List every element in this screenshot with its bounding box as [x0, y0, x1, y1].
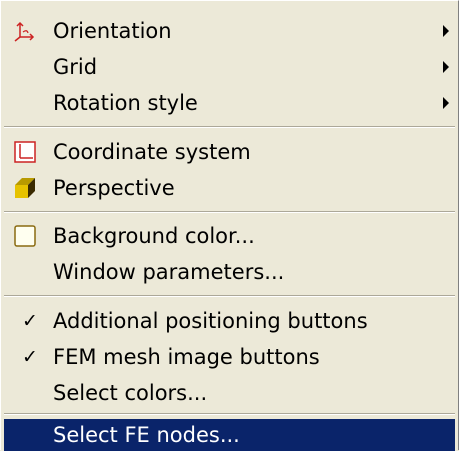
menu-item-perspective[interactable]: Perspective [4, 170, 455, 206]
checkmark-icon: ✓ [22, 346, 38, 368]
menu-item-select-colors[interactable]: Select colors... [4, 375, 455, 411]
submenu-arrow-icon [443, 61, 449, 73]
menu-item-window-parameters[interactable]: Window parameters... [4, 254, 455, 290]
menu-item-additional-positioning-buttons[interactable]: ✓ Additional positioning buttons [4, 303, 455, 339]
menu-separator [4, 126, 455, 128]
menu-item-label: Window parameters... [53, 260, 285, 284]
menu-item-label: Grid [53, 55, 98, 79]
menu-item-label: Select FE nodes... [53, 423, 240, 447]
menu-item-label: Select colors... [53, 381, 208, 405]
orientation-axes-icon [14, 20, 36, 42]
menu-item-fem-mesh-image-buttons[interactable]: ✓ FEM mesh image buttons [4, 339, 455, 375]
menu-item-label: Background color... [53, 224, 255, 248]
color-swatch-icon [14, 225, 36, 247]
menu-item-label: Perspective [53, 176, 175, 200]
submenu-arrow-icon [443, 97, 449, 109]
menu-item-label: Additional positioning buttons [53, 309, 368, 333]
coordinate-system-icon [14, 141, 36, 163]
submenu-arrow-icon [443, 25, 449, 37]
menu-item-coordinate-system[interactable]: Coordinate system [4, 134, 455, 170]
menu-item-label: FEM mesh image buttons [53, 345, 320, 369]
menu-item-background-color[interactable]: Background color... [4, 218, 455, 254]
perspective-cube-icon [14, 177, 36, 199]
menu-item-label: Coordinate system [53, 140, 251, 164]
menu-separator [4, 295, 455, 297]
view-context-menu: Orientation Grid Rotation style Coordina… [0, 0, 459, 451]
menu-item-label: Rotation style [53, 91, 198, 115]
checkmark-icon: ✓ [22, 310, 38, 332]
menu-item-orientation[interactable]: Orientation [4, 13, 455, 49]
menu-item-rotation-style[interactable]: Rotation style [4, 85, 455, 121]
menu-separator [4, 413, 455, 415]
menu-item-select-fe-nodes[interactable]: Select FE nodes... [4, 419, 455, 451]
menu-separator [4, 211, 455, 213]
menu-item-label: Orientation [53, 19, 172, 43]
menu-item-grid[interactable]: Grid [4, 49, 455, 85]
